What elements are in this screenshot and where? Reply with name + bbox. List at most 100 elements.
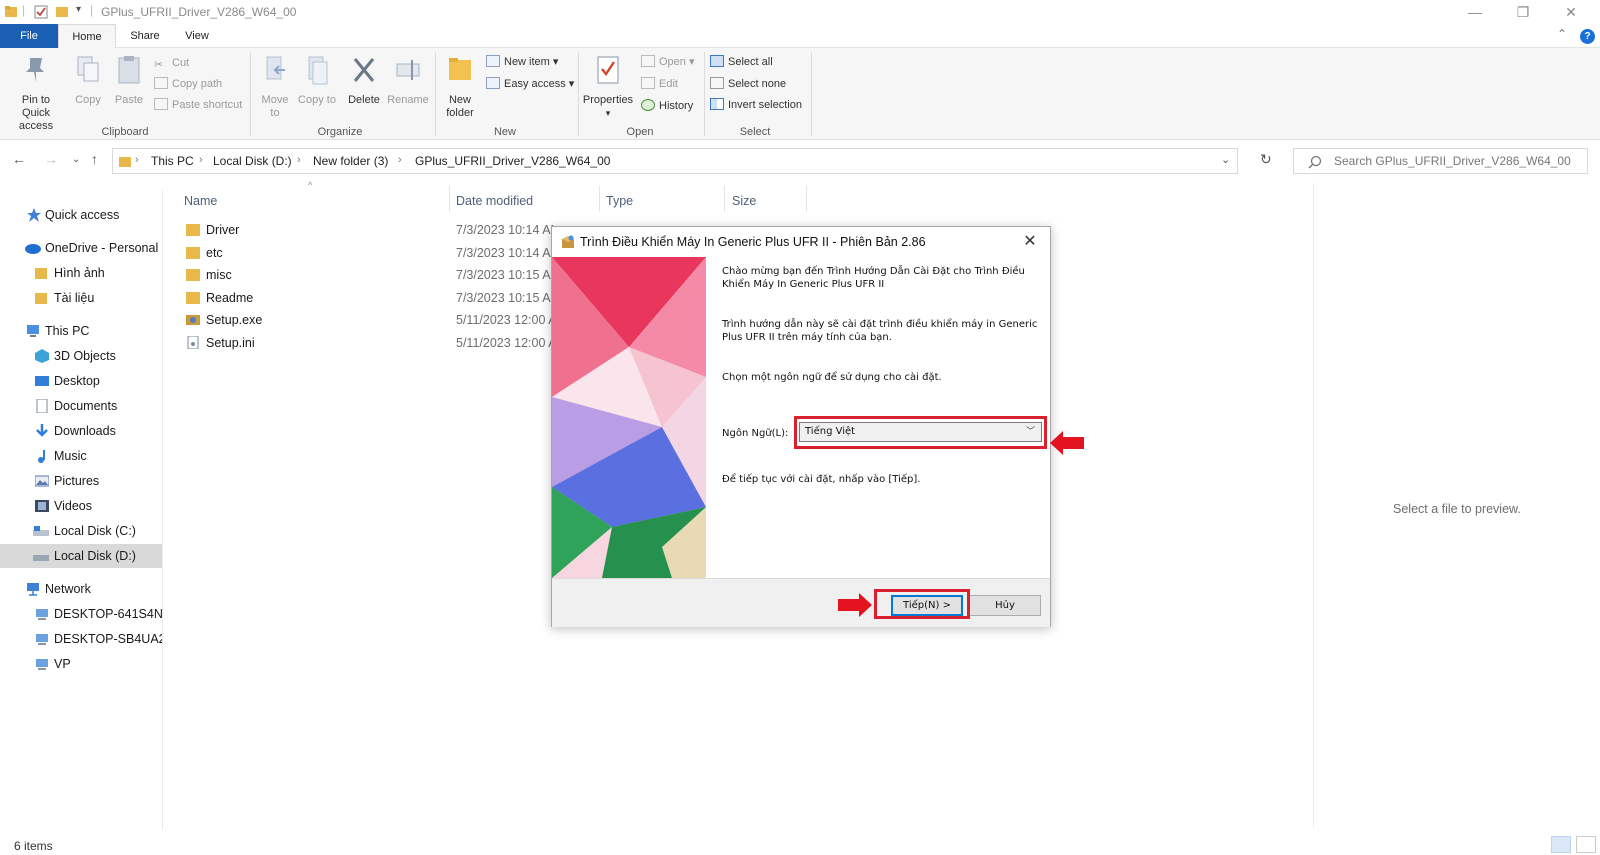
rename-button[interactable]: Rename [386,54,430,107]
breadcrumb-separator-icon[interactable]: › [297,154,301,166]
column-divider[interactable] [724,186,725,212]
open-button[interactable]: Open ▾ [641,53,695,71]
file-row[interactable]: Setup.ini 5/11/2023 12:00 AM [180,332,560,354]
cancel-button[interactable]: Hủy [969,595,1041,616]
address-bar[interactable]: › This PC › Local Disk (D:) › New folder… [112,148,1238,174]
file-row[interactable]: etc 7/3/2023 10:14 AM [180,242,560,264]
breadcrumb-separator-icon[interactable]: › [398,154,402,166]
tab-share[interactable]: Share [120,24,170,48]
select-all-button[interactable]: Select all [710,53,773,71]
maximize-button[interactable]: ❐ [1500,0,1546,24]
preview-pane-divider[interactable] [1313,183,1314,828]
open-icon [641,55,655,67]
sidebar-item-3d-objects[interactable]: 3D Objects [0,344,162,368]
move-to-button[interactable]: Move to [256,54,294,120]
paste-shortcut-button[interactable]: Paste shortcut [154,96,242,114]
tab-home[interactable]: Home [58,24,116,49]
sidebar-item-videos[interactable]: Videos [0,494,162,518]
column-header-type[interactable]: Type [606,190,633,212]
delete-x-icon [353,58,375,82]
sidebar-item-vp[interactable]: VP [0,652,162,676]
sidebar-item-documents[interactable]: Documents [0,394,162,418]
invert-selection-button[interactable]: Invert selection [710,96,802,114]
sidebar-item-quick-access[interactable]: Quick access [0,203,162,227]
up-arrow-icon[interactable]: ↑ [91,151,98,167]
sidebar-item-desktop-641s4ne[interactable]: DESKTOP-641S4NE [0,602,162,626]
cut-button[interactable]: ✂ Cut [154,54,189,72]
sidebar-item-tai-lieu[interactable]: Tài liệu [0,286,162,310]
copy-button[interactable]: Copy [70,54,106,107]
large-icons-view-icon[interactable] [1576,836,1596,853]
column-header-date-modified[interactable]: Date modified [456,190,533,212]
new-folder-button[interactable]: New folder [440,54,480,120]
star-icon [27,208,41,222]
select-none-button[interactable]: Select none [710,75,786,93]
breadcrumb-separator-icon[interactable]: › [135,154,139,166]
breadcrumb-this-pc[interactable]: This PC [151,154,194,168]
quick-access-dropdown-icon[interactable]: ▾ [76,4,81,15]
forward-arrow-icon[interactable]: → [44,151,58,167]
breadcrumb-current-folder[interactable]: GPlus_UFRII_Driver_V286_W64_00 [415,154,610,168]
address-dropdown-icon[interactable]: ⌄ [1221,153,1230,166]
dialog-close-icon[interactable]: ✕ [1018,231,1042,253]
copy-to-button[interactable]: Copy to [298,54,336,107]
folder-icon [186,247,200,259]
paste-button[interactable]: Paste [110,54,148,107]
tab-view[interactable]: View [174,24,220,48]
easy-access-button[interactable]: Easy access ▾ [486,75,574,93]
properties-button[interactable]: Properties ▾ [580,54,636,120]
file-date: 7/3/2023 10:15 AM [456,291,556,305]
sidebar-item-network[interactable]: Network [0,577,162,601]
file-row[interactable]: Setup.exe 5/11/2023 12:00 AM [180,309,560,331]
properties-dropdown-icon[interactable]: ▾ [580,107,636,120]
sidebar-item-local-disk-c[interactable]: Local Disk (C:) [0,519,162,543]
breadcrumb-new-folder-3[interactable]: New folder (3) [313,154,388,168]
file-name: etc [206,246,223,260]
file-row[interactable]: misc 7/3/2023 10:15 AM [180,264,560,286]
copy-path-button[interactable]: Copy path [154,75,222,93]
new-item-button[interactable]: New item ▾ [486,53,558,71]
sidebar-item-this-pc[interactable]: This PC [0,319,162,343]
file-row[interactable]: Readme 7/3/2023 10:15 AM [180,287,560,309]
separator: | [90,3,94,17]
details-view-icon[interactable] [1551,836,1571,853]
delete-button[interactable]: Delete [344,54,384,107]
network-icon [27,583,39,596]
sidebar-item-label: Videos [54,499,92,513]
sidebar-item-desktop-sb4ua2g[interactable]: DESKTOP-SB4UA2G [0,627,162,651]
collapse-ribbon-icon[interactable]: ⌃ [1557,27,1567,41]
new-folder-quick-icon[interactable] [55,4,69,20]
history-button[interactable]: History [641,97,693,115]
refresh-icon[interactable]: ↻ [1260,151,1272,168]
file-row[interactable]: Driver 7/3/2023 10:14 AM [180,219,560,241]
back-arrow-icon[interactable]: ← [12,151,26,167]
group-divider [704,52,705,136]
minimize-button[interactable]: — [1452,0,1498,24]
breadcrumb-local-disk-d[interactable]: Local Disk (D:) [213,154,292,168]
paste-label: Paste [114,94,144,106]
column-header-size[interactable]: Size [732,190,756,212]
close-window-button[interactable]: ✕ [1548,0,1594,24]
sidebar-item-onedrive[interactable]: OneDrive - Personal [0,236,162,260]
breadcrumb-separator-icon[interactable]: › [199,154,203,166]
properties-icon [597,56,619,84]
search-box[interactable]: Search GPlus_UFRII_Driver_V286_W64_00 [1293,148,1588,174]
column-divider[interactable] [449,186,450,212]
sidebar-item-downloads[interactable]: Downloads [0,419,162,443]
sidebar-item-label: Downloads [54,424,116,438]
help-icon[interactable]: ? [1580,29,1595,44]
sidebar-item-music[interactable]: Music [0,444,162,468]
edit-button[interactable]: Edit [641,75,678,93]
sidebar-item-label: Local Disk (C:) [54,524,136,538]
pin-to-quick-access-button[interactable]: Pin to Quick access [4,54,68,133]
sidebar-item-pictures[interactable]: Pictures [0,469,162,493]
tab-file[interactable]: File [0,24,58,48]
sidebar-item-desktop[interactable]: Desktop [0,369,162,393]
sidebar-item-local-disk-d[interactable]: Local Disk (D:) [0,544,162,568]
sidebar-item-hinh-anh[interactable]: Hình ảnh [0,261,162,285]
recent-locations-icon[interactable]: ⌄ [72,154,80,165]
properties-check-icon[interactable] [33,4,49,20]
column-divider[interactable] [599,186,600,212]
column-header-name[interactable]: Name [184,190,217,212]
column-divider[interactable] [806,186,807,212]
